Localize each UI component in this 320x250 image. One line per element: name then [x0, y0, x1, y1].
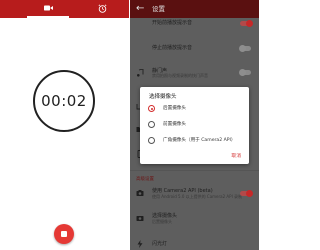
toggle-switch[interactable]	[240, 190, 253, 197]
section-header: 高级设置	[136, 177, 154, 182]
option-label: 前置摄像头	[163, 122, 186, 127]
flash-icon	[137, 240, 143, 248]
setting-subtitle: 禁用拍照与视频录制的快门声音	[152, 73, 208, 78]
elapsed-timer: 00:02	[41, 92, 87, 110]
setting-title[interactable]: 选择摄像头	[152, 212, 177, 219]
page-title: 设置	[152, 5, 165, 13]
setting-subtitle: 后置摄像头	[152, 219, 172, 224]
radio-icon[interactable]	[148, 137, 155, 144]
divider	[130, 170, 259, 171]
camera-icon	[136, 190, 144, 196]
dialog-title: 选择摄像头	[149, 94, 177, 100]
radio-selected-icon[interactable]	[148, 105, 155, 112]
setting-title[interactable]: 使用 Camera2 API (beta)	[152, 187, 213, 194]
music-note-icon	[137, 69, 144, 77]
dialog-option[interactable]: 后置摄像头	[148, 104, 246, 114]
selected-tab-indicator	[27, 16, 69, 18]
setting-title[interactable]: 闪光灯	[152, 240, 167, 247]
toggle-switch[interactable]	[240, 20, 253, 27]
cancel-button[interactable]: 取消	[231, 152, 241, 159]
camera-flip-icon	[136, 216, 144, 221]
stop-record-button[interactable]	[54, 224, 74, 244]
option-label: 后置摄像头	[163, 106, 186, 111]
toggle-switch[interactable]	[239, 45, 251, 52]
toggle-switch[interactable]	[239, 69, 251, 76]
option-label: 广角摄像头（用于 Camera2 API）	[163, 138, 236, 143]
select-camera-dialog: 选择摄像头 后置摄像头 前置摄像头 广角摄像头（用于 Camera2 API） …	[140, 87, 249, 164]
setting-subtitle: 使用 Android 5.0 以上提供的 Camera2 API 录制	[152, 194, 243, 199]
video-camera-icon[interactable]	[44, 5, 53, 11]
back-arrow-icon[interactable]: ←	[136, 3, 144, 15]
recorder-tab-bar	[0, 0, 129, 18]
dialog-option[interactable]: 前置摄像头	[148, 120, 246, 130]
setting-title[interactable]: 停止前播放提示音	[152, 44, 192, 51]
alarm-clock-icon[interactable]	[98, 4, 107, 13]
setting-title[interactable]: 开始前播放提示音	[152, 19, 192, 26]
dialog-option[interactable]: 广角摄像头（用于 Camera2 API）	[148, 136, 246, 146]
radio-icon[interactable]	[148, 121, 155, 128]
settings-app-bar: ← 设置	[130, 0, 259, 18]
stop-icon	[61, 231, 67, 237]
recorder-screen: 00:02	[0, 0, 129, 250]
